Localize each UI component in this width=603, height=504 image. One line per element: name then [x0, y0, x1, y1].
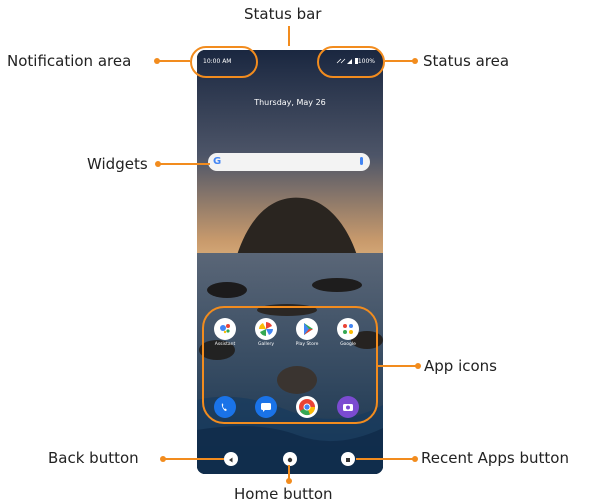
- notification-area-outline: [190, 46, 258, 78]
- google-g-icon: G: [213, 156, 222, 167]
- back-button-leader: [162, 458, 224, 460]
- back-button-label: Back button: [48, 449, 139, 467]
- widgets-label: Widgets: [87, 155, 148, 173]
- recent-apps-button[interactable]: [341, 452, 355, 466]
- notification-area-label: Notification area: [7, 52, 132, 70]
- status-area-outline: [317, 46, 385, 78]
- recent-apps-leader: [356, 458, 414, 460]
- widgets-dot: [155, 161, 161, 167]
- recent-apps-dot: [412, 456, 418, 462]
- status-area-leader: [385, 60, 415, 62]
- notification-area-dot: [154, 58, 160, 64]
- app-icons-label: App icons: [424, 357, 497, 375]
- back-button-dot: [160, 456, 166, 462]
- status-area-label: Status area: [423, 52, 510, 70]
- search-widget[interactable]: G: [208, 153, 370, 171]
- status-bar-leader: [288, 26, 290, 46]
- app-icons-dot: [415, 363, 421, 369]
- status-bar-label: Status bar: [244, 5, 322, 23]
- back-icon: [229, 457, 233, 463]
- notification-area-leader: [156, 60, 190, 62]
- mic-icon[interactable]: [360, 157, 363, 165]
- app-icons-leader: [378, 365, 418, 367]
- home-button-label: Home button: [234, 485, 333, 503]
- recent-apps-label: Recent Apps button: [421, 449, 569, 467]
- app-icons-outline: [202, 306, 378, 424]
- back-button[interactable]: [224, 452, 238, 466]
- home-icon: [287, 457, 293, 463]
- widgets-leader: [157, 163, 210, 165]
- status-area-dot: [412, 58, 418, 64]
- date-widget: Thursday, May 26: [254, 98, 326, 107]
- home-button[interactable]: [283, 452, 297, 466]
- recent-apps-icon: [346, 458, 350, 462]
- home-button-dot: [286, 478, 292, 484]
